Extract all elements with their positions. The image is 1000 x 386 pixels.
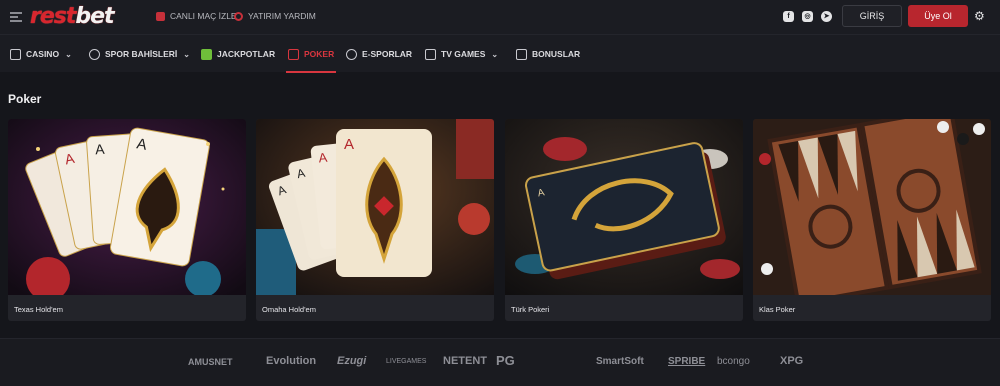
tv-games-icon <box>425 48 436 60</box>
register-button[interactable]: Üye Ol <box>908 5 968 27</box>
nav-item-poker[interactable]: POKER <box>285 35 337 73</box>
game-card-turk-pokeri[interactable]: A Türk Pokeri <box>505 119 743 321</box>
provider-logo[interactable]: SPRIBE <box>668 356 705 367</box>
provider-logo[interactable]: LIVEGAMES <box>386 358 426 365</box>
svg-text:A: A <box>95 141 106 158</box>
provider-logo[interactable]: bcongo <box>717 356 750 367</box>
poker-icon <box>288 48 299 60</box>
megaphone-icon <box>516 48 527 60</box>
deposit-help-link[interactable]: YATIRIM YARDIM <box>234 11 316 21</box>
tv-icon <box>156 11 165 21</box>
page-title: Poker <box>8 92 42 106</box>
game-title: Omaha Hold'em <box>262 305 316 314</box>
provider-logo[interactable]: XPG <box>780 355 803 367</box>
instagram-icon[interactable]: ◎ <box>802 11 813 22</box>
provider-logo[interactable]: Ezugi <box>337 355 366 367</box>
main-nav: CASINO ⌄ SPOR BAHİSLERİ ⌄ JACKPOTLAR POK… <box>0 34 1000 73</box>
game-title: Klas Poker <box>759 305 796 314</box>
chevron-down-icon: ⌄ <box>491 49 499 59</box>
svg-text:A: A <box>344 136 354 153</box>
game-thumbnail: A A A A <box>256 119 494 295</box>
top-bar: restbet CANLI MAÇ İZLE YATIRIM YARDIM f … <box>0 0 1000 34</box>
provider-logo[interactable]: PG <box>496 353 515 368</box>
gear-icon[interactable]: ⚙ <box>974 10 986 22</box>
nav-item-bonuses[interactable]: BONUSLAR <box>516 35 580 73</box>
game-thumbnail: A A A <box>8 119 246 295</box>
nav-item-tv-games[interactable]: TV GAMES ⌄ <box>425 35 498 73</box>
telegram-icon[interactable]: ➤ <box>821 11 832 22</box>
esports-icon <box>346 48 357 60</box>
game-card-omaha-holdem[interactable]: A A A A Omaha Hold'em <box>256 119 494 321</box>
providers-bar: AMUSNET Evolution Ezugi LIVEGAMES NETENT… <box>0 338 1000 386</box>
game-title: Türk Pokeri <box>511 305 550 314</box>
game-thumbnail <box>753 119 991 295</box>
game-card-texas-holdem[interactable]: A A A Texas Hold'em <box>8 119 246 321</box>
provider-logo[interactable]: NETENT <box>443 355 487 367</box>
login-button[interactable]: GİRİŞ <box>842 5 902 27</box>
help-icon <box>234 11 243 21</box>
jackpot-icon <box>201 48 212 60</box>
provider-logo[interactable]: AMUSNET <box>188 357 233 367</box>
casino-icon <box>10 48 21 60</box>
nav-item-jackpots[interactable]: JACKPOTLAR <box>201 35 275 73</box>
ball-icon <box>89 48 100 60</box>
game-title: Texas Hold'em <box>14 305 63 314</box>
game-card-klas-poker[interactable]: Klas Poker <box>753 119 991 321</box>
nav-item-sports[interactable]: SPOR BAHİSLERİ ⌄ <box>89 35 190 73</box>
game-thumbnail: A <box>505 119 743 295</box>
logo[interactable]: restbet <box>30 4 115 29</box>
chevron-down-icon: ⌄ <box>183 49 190 59</box>
live-tv-link[interactable]: CANLI MAÇ İZLE <box>156 11 237 21</box>
menu-icon[interactable] <box>10 12 22 22</box>
nav-item-casino[interactable]: CASINO ⌄ <box>10 35 72 73</box>
provider-logo[interactable]: Evolution <box>266 355 316 367</box>
facebook-icon[interactable]: f <box>783 11 794 22</box>
provider-logo[interactable]: SmartSoft <box>596 356 644 367</box>
chevron-down-icon: ⌄ <box>65 49 72 59</box>
nav-item-esports[interactable]: E-SPORLAR <box>346 35 412 73</box>
